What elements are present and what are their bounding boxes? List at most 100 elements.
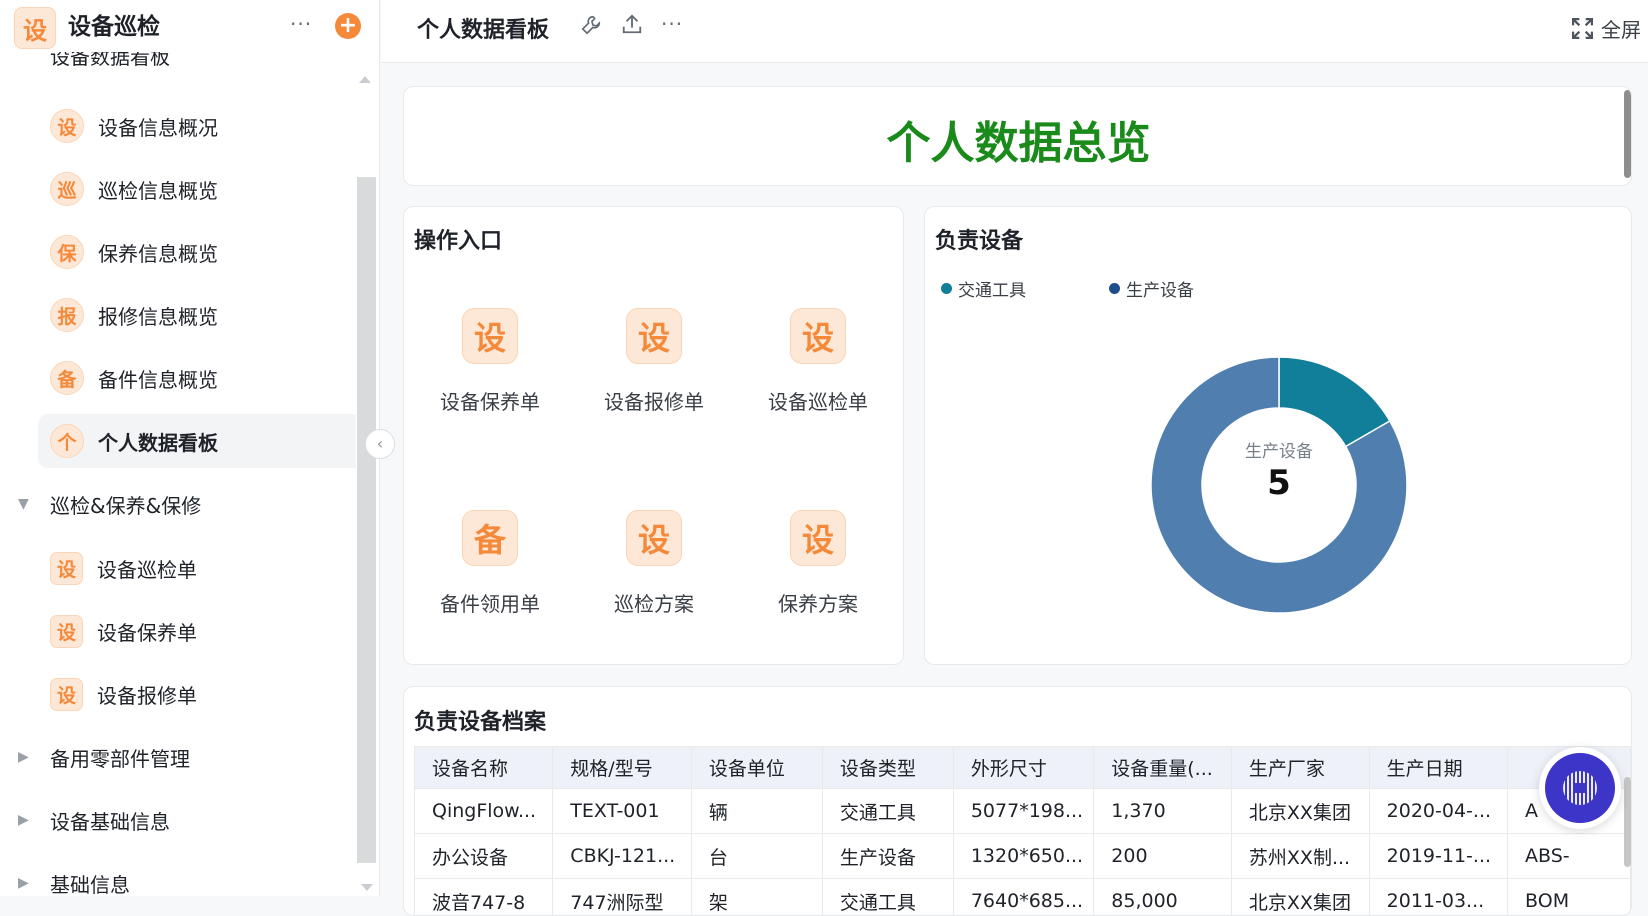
banner-card: 个人数据总览 bbox=[403, 86, 1632, 186]
item-icon: 巡 bbox=[50, 172, 84, 206]
table-cell: 747洲际型 bbox=[553, 879, 692, 916]
column-header[interactable]: 设备重量(... bbox=[1094, 747, 1232, 789]
table-row[interactable]: QingFlow...TEXT-001辆交通工具5077*198...1,370… bbox=[415, 789, 1631, 834]
sidebar-item-maintenance-info[interactable]: 保保养信息概览 bbox=[38, 225, 356, 279]
tile-icon: 设 bbox=[790, 510, 846, 566]
export-icon[interactable] bbox=[621, 13, 643, 35]
assistant-float-button[interactable] bbox=[1539, 747, 1621, 829]
sidebar-item-inspection-info[interactable]: 巡巡检信息概览 bbox=[38, 162, 356, 216]
header: 个人数据看板 ··· 全屏 bbox=[381, 0, 1648, 63]
table-header-row: 设备名称规格/型号设备单位设备类型外形尺寸设备重量(...生产厂家生产日期 bbox=[415, 747, 1631, 789]
sidebar-scrollbar[interactable] bbox=[357, 177, 376, 863]
tile-inspection-form[interactable]: 设设备巡检单 bbox=[736, 308, 900, 415]
app-title: 设备巡检 bbox=[68, 10, 160, 44]
column-header[interactable]: 生产厂家 bbox=[1231, 747, 1369, 789]
sidebar-item-repair-form[interactable]: 设设备报修单 bbox=[38, 667, 356, 721]
table-cell: 办公设备 bbox=[415, 834, 553, 879]
column-header[interactable]: 设备单位 bbox=[691, 747, 822, 789]
sidebar-group-device-basic[interactable]: ▶设备基础信息 bbox=[18, 800, 170, 840]
tile-inspection-plan[interactable]: 设巡检方案 bbox=[572, 510, 736, 617]
table-row[interactable]: 办公设备CBKJ-121...台生产设备1320*650...200苏州XX制.… bbox=[415, 834, 1631, 879]
table-cell: 架 bbox=[691, 879, 822, 916]
table-cell: 台 bbox=[691, 834, 822, 879]
item-icon: 设 bbox=[50, 615, 83, 648]
group-label: 基础信息 bbox=[50, 869, 130, 897]
banner-title: 个人数据总览 bbox=[404, 107, 1632, 171]
scroll-up-icon[interactable] bbox=[359, 76, 371, 83]
table-row[interactable]: 波音747-8747洲际型架交通工具7640*685...85,000北京XX集… bbox=[415, 879, 1631, 916]
main-scrollbar[interactable] bbox=[1624, 90, 1631, 178]
table-cell: 1320*650... bbox=[953, 834, 1093, 879]
table-cell: 北京XX集团 bbox=[1231, 789, 1369, 834]
sidebar-item-label: 备件信息概览 bbox=[98, 364, 218, 393]
column-header[interactable]: 外形尺寸 bbox=[953, 747, 1093, 789]
more-icon[interactable]: ··· bbox=[290, 12, 312, 36]
table-cell: QingFlow... bbox=[415, 789, 553, 834]
device-table: 设备名称规格/型号设备单位设备类型外形尺寸设备重量(...生产厂家生产日期 Qi… bbox=[414, 746, 1631, 916]
sidebar-item-clipped[interactable]: 设备数据看板 bbox=[50, 52, 170, 74]
fullscreen-button[interactable]: 全屏 bbox=[1572, 14, 1641, 43]
tile-maintenance-form[interactable]: 设设备保养单 bbox=[408, 308, 572, 415]
fullscreen-label: 全屏 bbox=[1601, 14, 1641, 43]
assistant-icon bbox=[1545, 753, 1615, 823]
item-icon: 设 bbox=[50, 552, 83, 585]
add-button[interactable]: + bbox=[335, 13, 361, 39]
sidebar-item-personal-dashboard[interactable]: 个个人数据看板 bbox=[38, 414, 356, 468]
table-cell: 交通工具 bbox=[822, 879, 953, 916]
table-cell: CBKJ-121... bbox=[553, 834, 692, 879]
table-cell: 2011-03... bbox=[1369, 879, 1507, 916]
scroll-down-icon[interactable] bbox=[361, 884, 373, 891]
table-cell: 5077*198... bbox=[953, 789, 1093, 834]
sidebar-item-inspection-form[interactable]: 设设备巡检单 bbox=[38, 541, 356, 595]
caret-down-icon: ▼ bbox=[18, 496, 32, 512]
donut-center-label: 生产设备 bbox=[1179, 437, 1379, 462]
sidebar-group-spare-parts[interactable]: ▶备用零部件管理 bbox=[18, 737, 190, 777]
tile-repair-form[interactable]: 设设备报修单 bbox=[572, 308, 736, 415]
column-header[interactable]: 设备类型 bbox=[822, 747, 953, 789]
sidebar-item-maintenance-form[interactable]: 设设备保养单 bbox=[38, 604, 356, 658]
collapse-sidebar-button[interactable]: ‹ bbox=[365, 429, 395, 459]
tile-parts-requisition[interactable]: 备备件领用单 bbox=[408, 510, 572, 617]
tile-icon: 设 bbox=[626, 510, 682, 566]
sidebar-group-basic[interactable]: ▶ 基础信息 bbox=[18, 863, 130, 896]
sidebar-item-spare-parts-info[interactable]: 备备件信息概览 bbox=[38, 351, 356, 405]
caret-right-icon: ▶ bbox=[18, 875, 32, 891]
tile-label: 巡检方案 bbox=[572, 588, 736, 617]
table-cell: 交通工具 bbox=[822, 789, 953, 834]
item-icon: 设 bbox=[50, 109, 84, 143]
tile-icon: 设 bbox=[462, 308, 518, 364]
page-title: 个人数据看板 bbox=[417, 12, 549, 44]
sidebar-item-label: 巡检信息概览 bbox=[98, 175, 218, 204]
item-icon: 备 bbox=[50, 361, 84, 395]
donut-chart bbox=[925, 207, 1632, 665]
item-icon: 保 bbox=[50, 235, 84, 269]
column-header[interactable]: 设备名称 bbox=[415, 747, 553, 789]
table-cell: 2020-04-... bbox=[1369, 789, 1507, 834]
sidebar-item-label: 设备报修单 bbox=[97, 680, 197, 709]
tile-label: 设备报修单 bbox=[572, 386, 736, 415]
sidebar-group-inspection[interactable]: ▼ 巡检&保养&保修 bbox=[18, 484, 201, 524]
sidebar-item-repair-info[interactable]: 报报修信息概览 bbox=[38, 288, 356, 342]
tile-icon: 设 bbox=[790, 308, 846, 364]
table-cell: 200 bbox=[1094, 834, 1232, 879]
devices-chart-card: 负责设备 交通工具 生产设备 生产设备 5 bbox=[924, 206, 1632, 665]
tile-label: 保养方案 bbox=[736, 588, 900, 617]
caret-right-icon: ▶ bbox=[18, 812, 32, 828]
table-cell: 1,370 bbox=[1094, 789, 1232, 834]
table-cell: 7640*685... bbox=[953, 879, 1093, 916]
sidebar-item-label: 设备巡检单 bbox=[97, 554, 197, 583]
column-header[interactable]: 生产日期 bbox=[1369, 747, 1507, 789]
table-cell: 生产设备 bbox=[822, 834, 953, 879]
tile-icon: 设 bbox=[626, 308, 682, 364]
table-scrollbar[interactable] bbox=[1624, 777, 1631, 867]
more-icon[interactable]: ··· bbox=[661, 12, 683, 36]
donut-center-value: 5 bbox=[1179, 463, 1379, 503]
column-header[interactable]: 规格/型号 bbox=[553, 747, 692, 789]
group-label: 巡检&保养&保修 bbox=[50, 490, 201, 519]
tile-maintenance-plan[interactable]: 设保养方案 bbox=[736, 510, 900, 617]
sidebar-item-device-info[interactable]: 设设备信息概况 bbox=[38, 99, 356, 153]
tile-label: 设备巡检单 bbox=[736, 386, 900, 415]
wrench-icon[interactable] bbox=[580, 14, 602, 36]
app-logo: 设 bbox=[14, 7, 56, 49]
group-label: 备用零部件管理 bbox=[50, 743, 190, 772]
